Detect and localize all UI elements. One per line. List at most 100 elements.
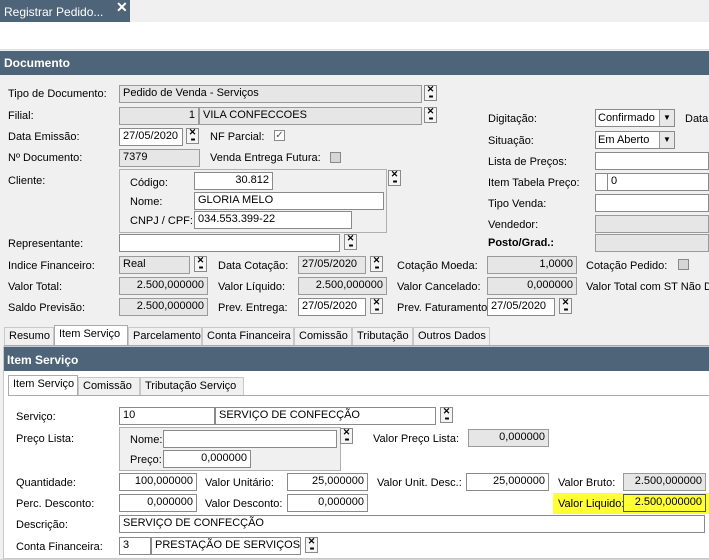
indice-lookup-button[interactable]: ✕ ▪▪ xyxy=(194,256,207,272)
calendar-icon[interactable]: ✕ ▪▪ xyxy=(370,256,383,272)
pl-preco-field[interactable]: 0,000000 xyxy=(163,450,251,468)
data-cotacao-label: Data Cotação: xyxy=(218,260,289,272)
tab-item-servico[interactable]: Item Serviço xyxy=(54,325,128,345)
valor-unit-desc-label: Valor Unit. Desc.: xyxy=(377,477,462,489)
subtab-item-servico[interactable]: Item Serviço xyxy=(8,375,78,395)
digitacao-label: Digitação: xyxy=(488,113,537,125)
item-servico-header-label: Item Serviço xyxy=(7,353,79,367)
tab-conta-financeira[interactable]: Conta Financeira xyxy=(202,327,294,345)
cotacao-moeda-field: 1,0000 xyxy=(487,256,577,274)
preco-lista-lookup-button[interactable]: ✕ ▪▪ xyxy=(340,428,353,444)
digitacao-value: Confirmado xyxy=(598,112,655,124)
situacao-select[interactable]: Em Aberto ▼ xyxy=(595,131,675,149)
valor-bruto-label: Valor Bruto: xyxy=(558,477,616,489)
servico-lookup-button[interactable]: ✕ ▪▪ xyxy=(440,407,453,423)
vendedor-field xyxy=(595,215,709,233)
tab-parcelamento[interactable]: Parcelamento xyxy=(128,327,202,345)
valor-preco-lista-field: 0,000000 xyxy=(468,429,549,447)
venda-entrega-futura-checkbox[interactable] xyxy=(330,152,341,163)
documento-header-label: Documento xyxy=(4,56,70,70)
main-tabs: Resumo Item Serviço Parcelamento Conta F… xyxy=(4,325,709,346)
prev-entrega-field[interactable]: 27/05/2020 xyxy=(298,298,366,316)
nome-label: Nome: xyxy=(130,196,163,208)
codigo-field[interactable]: 30.812 xyxy=(194,172,273,190)
calendar-icon[interactable]: ✕ ▪▪ xyxy=(559,298,572,314)
valor-bruto-field: 2.500,000000 xyxy=(623,473,706,491)
representante-field[interactable] xyxy=(119,234,340,252)
data-cotacao-field: 27/05/2020 xyxy=(298,256,366,274)
pl-nome-label: Nome: xyxy=(130,434,163,446)
valor-cancelado-label: Valor Cancelado: xyxy=(397,281,481,293)
posto-grad-label: Posto/Grad.: xyxy=(488,237,555,249)
calendar-icon[interactable]: ✕ ▪▪ xyxy=(186,128,199,144)
filial-label: Filial: xyxy=(8,110,34,122)
cliente-label: Cliente: xyxy=(8,175,46,187)
indice-financeiro-field[interactable]: Real xyxy=(119,256,190,274)
tipo-documento-label: Tipo de Documento: xyxy=(8,88,107,100)
valor-liquido-doc-field: 2.500,000000 xyxy=(298,277,387,295)
descricao-field[interactable]: SERVIÇO DE CONFECÇÃO xyxy=(119,515,705,533)
representante-lookup-button[interactable]: ✕ ▪▪ xyxy=(344,234,357,250)
prev-entrega-label: Prev. Entrega: xyxy=(218,302,288,314)
situacao-value: Em Aberto xyxy=(598,134,650,146)
subtab-tributacao-servico[interactable]: Tributação Serviço xyxy=(140,377,244,395)
tab-comissao[interactable]: Comissão xyxy=(294,327,352,345)
conta-financeira-code-field[interactable]: 3 xyxy=(119,537,151,555)
conta-financeira-lookup-button[interactable]: ✕ ▪▪ xyxy=(305,537,318,553)
valor-desconto-label: Valor Desconto: xyxy=(205,498,283,510)
prev-faturamento-field[interactable]: 27/05/2020 xyxy=(487,298,555,316)
calendar-icon[interactable]: ✕ ▪▪ xyxy=(370,298,383,314)
num-documento-label: Nº Documento: xyxy=(8,152,83,164)
num-documento-field: 7379 xyxy=(119,149,200,167)
servico-label: Serviço: xyxy=(16,411,56,423)
valor-total-field: 2.500,000000 xyxy=(119,277,208,295)
tipo-documento-lookup-button[interactable]: ✕ ▪▪ xyxy=(424,85,437,101)
indice-financeiro-label: Indice Financeiro: xyxy=(8,260,95,272)
valor-unit-desc-field[interactable]: 25,000000 xyxy=(466,473,549,491)
tab-tributacao[interactable]: Tributação xyxy=(352,327,413,345)
cotacao-pedido-checkbox[interactable] xyxy=(678,259,689,270)
servico-code-field[interactable]: 10 xyxy=(119,407,215,425)
lista-precos-field[interactable] xyxy=(595,152,709,170)
nome-field[interactable]: GLORIA MELO xyxy=(194,192,384,210)
representante-label: Representante: xyxy=(8,238,84,250)
conta-financeira-label: Conta Financeira: xyxy=(16,541,103,553)
subtab-comissao[interactable]: Comissão xyxy=(78,377,140,395)
close-icon[interactable]: ✕ xyxy=(116,0,128,16)
tipo-documento-field[interactable]: Pedido de Venda - Serviços xyxy=(119,85,422,103)
item-servico-header: Item Serviço xyxy=(4,347,709,371)
window-tab[interactable]: Registrar Pedido... ✕ xyxy=(0,0,130,22)
window-title: Registrar Pedido... xyxy=(4,5,104,19)
tab-outros-dados[interactable]: Outros Dados xyxy=(413,327,490,345)
filial-lookup-button[interactable]: ✕ ▪▪ xyxy=(424,107,437,123)
cnpj-label: CNPJ / CPF: xyxy=(130,215,193,227)
vendedor-label: Vendedor: xyxy=(488,219,539,231)
quantidade-field[interactable]: 100,000000 xyxy=(119,473,197,491)
digitacao-select[interactable]: Confirmado ▼ xyxy=(595,109,675,127)
valor-liquido-label: Valor Liquido: xyxy=(558,498,625,510)
item-tabela-field[interactable]: 0 xyxy=(607,173,709,191)
valor-preco-lista-label: Valor Preço Lista: xyxy=(373,433,460,445)
valor-unitario-field[interactable]: 25,000000 xyxy=(287,473,368,491)
preco-lista-label: Preço Lista: xyxy=(16,433,75,445)
venda-entrega-futura-label: Venda Entrega Futura: xyxy=(210,152,321,164)
saldo-previsao-label: Saldo Previsão: xyxy=(8,302,86,314)
tab-resumo[interactable]: Resumo xyxy=(4,327,54,345)
data-emissao-field[interactable]: 27/05/2020 xyxy=(119,128,183,146)
perc-desconto-field[interactable]: 0,000000 xyxy=(119,494,197,512)
item-subtabs: Item Serviço Comissão Tributação Serviço xyxy=(8,375,709,396)
nf-parcial-label: NF Parcial: xyxy=(210,131,265,143)
servico-name-field: SERVIÇO DE CONFECÇÃO xyxy=(215,407,436,425)
valor-desconto-field[interactable]: 0,000000 xyxy=(287,494,368,512)
valor-liquido-doc-label: Valor Líquido: xyxy=(218,281,286,293)
cliente-lookup-button[interactable]: ✕ ▪▪ xyxy=(388,170,401,186)
cnpj-field[interactable]: 034.553.399-22 xyxy=(194,211,352,229)
valor-total-label: Valor Total: xyxy=(8,281,63,293)
pl-nome-field[interactable] xyxy=(163,430,337,448)
lista-precos-label: Lista de Preços: xyxy=(488,156,567,168)
valor-liquido-field: 2.500,000000 xyxy=(623,494,706,512)
nf-parcial-checkbox[interactable]: ✓ xyxy=(274,130,285,141)
tipo-venda-field[interactable] xyxy=(595,194,709,212)
filial-code-field[interactable]: 1 xyxy=(119,107,199,125)
toolbar-area xyxy=(0,22,709,50)
